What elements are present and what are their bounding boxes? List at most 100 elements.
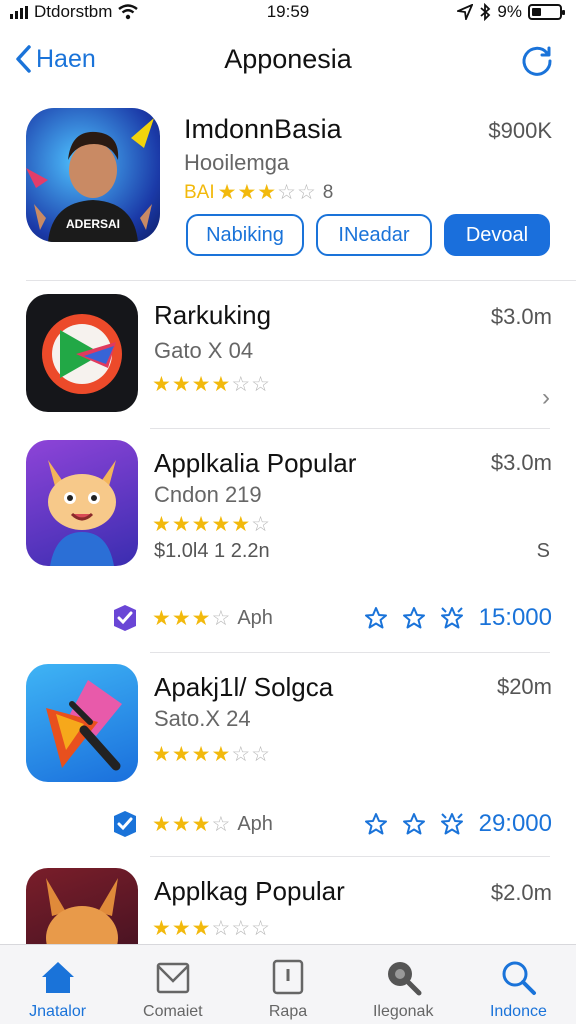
star-icon: ☆ <box>251 743 270 766</box>
location-icon <box>457 4 474 20</box>
app-meta-right: S <box>536 540 550 562</box>
app-icon <box>26 664 138 782</box>
star-outline-icon[interactable] <box>402 606 426 630</box>
star-outline-icon[interactable] <box>364 812 388 836</box>
star-icon: ☆ <box>277 181 296 204</box>
star-icon: ★ <box>191 743 211 766</box>
featured-app-subtitle: Hooilemga <box>184 150 290 175</box>
footer-rating: ★ ★ ★ ☆ Aph <box>152 606 273 631</box>
star-icon: ☆ <box>251 513 270 536</box>
star-icon: ★ <box>152 743 171 766</box>
app-name: Applkag Popular <box>154 876 345 906</box>
app-subtitle: Sato.X 24 <box>154 706 251 731</box>
star-icon: ★ <box>211 743 231 766</box>
tablet-icon <box>272 959 304 995</box>
star-icon: ☆ <box>211 813 231 836</box>
star-icon: ★ <box>231 513 251 536</box>
star-icon: ☆ <box>211 917 231 940</box>
star-icon: ★ <box>191 607 211 630</box>
tab-ilegonak[interactable]: Ilegonak <box>346 945 461 1024</box>
tab-jnatalor[interactable]: Jnatalor <box>0 945 115 1024</box>
app-row[interactable]: Apakj1l/ Solgca $20m Sato.X 24 ★ ★ ★ ★ ☆ ☆ ★ ★… <box>0 664 576 854</box>
battery-percent: 9% <box>497 2 522 21</box>
featured-app-name: ImdonnBasia <box>184 114 342 144</box>
ineadar-button[interactable]: INeadar <box>316 214 432 256</box>
app-name: Apakj1l/ Solgca <box>154 672 334 702</box>
star-icon: ☆ <box>231 917 251 940</box>
tab-comaiet[interactable]: Comaiet <box>115 945 230 1024</box>
star-icon: ★ <box>191 513 211 536</box>
nabiking-button[interactable]: Nabiking <box>186 214 304 256</box>
star-icon: ☆ <box>231 743 251 766</box>
app-price: $20m <box>496 674 552 699</box>
star-icon: ☆ <box>251 917 270 940</box>
star-icon: ★ <box>171 513 191 536</box>
star-icon: ★ <box>152 607 171 630</box>
star-outline-icon[interactable] <box>402 812 426 836</box>
app-price: $3.0m <box>490 304 552 329</box>
app-row[interactable]: Applkag Popular $2.0m ★ ★ ★ ☆ ☆ ☆ <box>0 868 576 944</box>
tab-label: Rapa <box>268 1003 308 1020</box>
divider <box>26 280 576 281</box>
app-icon <box>26 294 138 412</box>
featured-app-price: $900K <box>488 118 552 143</box>
app-subtitle: Cndon 219 <box>154 482 262 507</box>
tab-indonce[interactable]: Indonce <box>461 945 576 1024</box>
app-row[interactable]: Rarkuking $3.0m Gato X 04 ★ ★ ★ ★ ☆ ☆ › <box>0 294 576 424</box>
star-icon: ☆ <box>231 373 251 396</box>
star-icon: ★ <box>211 513 231 536</box>
status-bar: Dtdorstbm 19:59 9% <box>0 0 576 28</box>
star-outline-icon[interactable] <box>364 606 388 630</box>
tab-label: Ilegonak <box>372 1003 434 1020</box>
favorite-actions <box>364 606 464 630</box>
refresh-button[interactable] <box>520 44 554 83</box>
star-icon: ★ <box>171 373 191 396</box>
star-icon: ★ <box>211 373 231 396</box>
divider <box>150 428 550 429</box>
refresh-icon <box>522 46 552 76</box>
chevron-right-icon[interactable]: › <box>542 384 550 412</box>
star-icon: ★ <box>152 813 171 836</box>
star-icon: ★ <box>171 607 191 630</box>
app-name: Applkalia Popular <box>154 448 357 478</box>
app-rating: ★ ★ ★ ★ ★ ☆ <box>152 512 270 537</box>
divider <box>150 652 550 653</box>
favorite-actions <box>364 812 464 836</box>
featured-app-row[interactable]: ADERSAI ImdonnBasia $900K Hooilemga BAI … <box>0 108 576 268</box>
footer-label: Aph <box>237 813 273 835</box>
star-icon: ★ <box>152 513 171 536</box>
star-icon: ★ <box>191 813 211 836</box>
devoal-button[interactable]: Devoal <box>444 214 550 256</box>
home-icon <box>41 962 74 993</box>
star-icon: ☆ <box>296 181 316 204</box>
tab-bar: Jnatalor Comaiet Rapa Ilegonak Indonce <box>0 944 576 1024</box>
footer-rating: ★ ★ ★ ☆ Aph <box>152 812 273 837</box>
bluetooth-icon <box>480 3 491 21</box>
tab-label: Indonce <box>489 1003 547 1020</box>
app-rating: ★ ★ ★ ★ ☆ ☆ <box>152 742 270 767</box>
app-icon <box>26 440 138 566</box>
rating-prefix: BAI <box>184 181 215 203</box>
app-price: $3.0m <box>490 450 552 475</box>
navigation-bar: Haen Apponesia <box>0 36 576 86</box>
mail-icon <box>156 962 190 994</box>
tab-rapa[interactable]: Rapa <box>230 945 345 1024</box>
search-icon <box>502 961 537 995</box>
star-icon: ★ <box>171 743 191 766</box>
star-icon: ★ <box>171 917 191 940</box>
download-count: 15:000 <box>478 604 552 631</box>
star-icon: ★ <box>257 181 277 204</box>
app-name: Rarkuking <box>154 300 272 330</box>
app-row[interactable]: Applkalia Popular $3.0m Cndon 219 ★ ★ ★ ★ ★ ☆… <box>0 440 576 640</box>
star-icon: ★ <box>191 373 211 396</box>
star-plus-icon[interactable] <box>440 606 464 630</box>
page-title: Apponesia <box>224 44 352 74</box>
download-count: 29:000 <box>478 810 552 837</box>
star-icon: ☆ <box>211 607 231 630</box>
star-icon: ★ <box>237 181 257 204</box>
featured-actions: Nabiking INeadar Devoal <box>0 214 576 258</box>
tab-label: Jnatalor <box>29 1003 87 1020</box>
star-plus-icon[interactable] <box>440 812 464 836</box>
app-price: $2.0m <box>490 880 552 905</box>
star-icon: ★ <box>217 181 237 204</box>
